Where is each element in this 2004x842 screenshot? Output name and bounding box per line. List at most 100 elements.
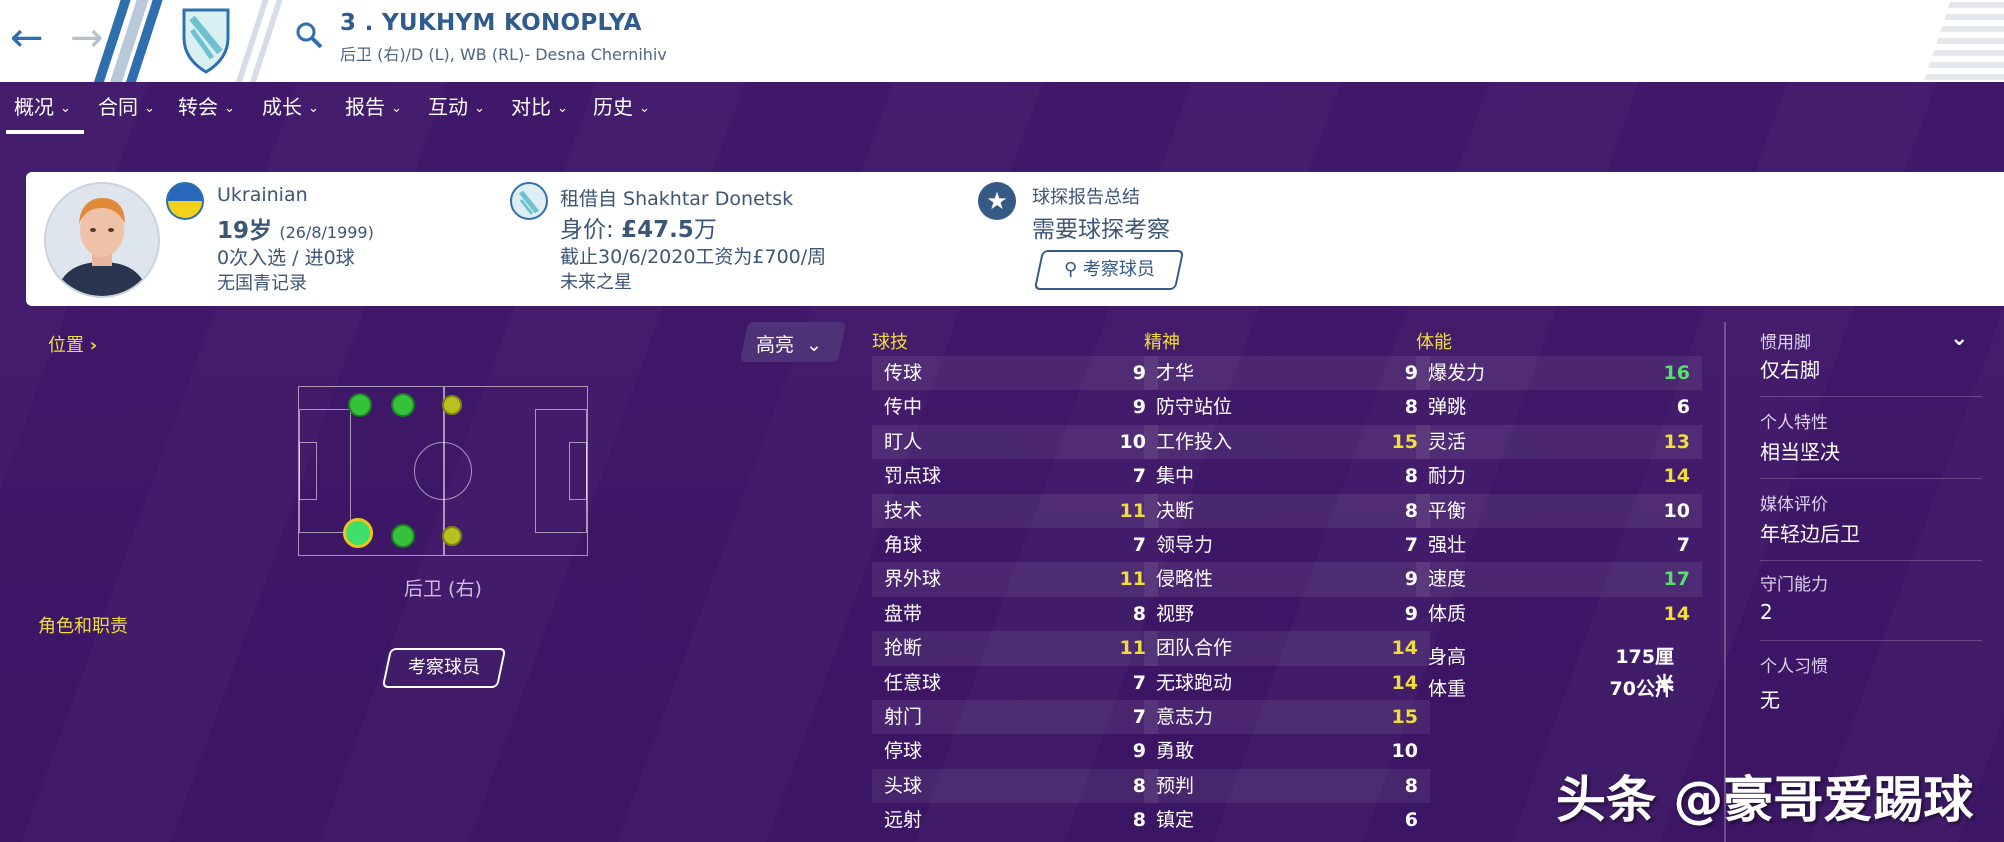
attribute-row[interactable]: 远射 8	[872, 803, 1158, 837]
attribute-row[interactable]: 团队合作 14	[1144, 631, 1430, 666]
chevron-down-icon[interactable]: ⌄	[1950, 326, 1968, 351]
attribute-row[interactable]: 集中 8	[1144, 459, 1430, 493]
attribute-name: 射门	[884, 705, 923, 728]
attribute-value: 14	[1663, 465, 1690, 488]
tab-history[interactable]: 历史 ⌄	[593, 82, 650, 136]
attribute-row[interactable]: 爆发力 16	[1416, 356, 1702, 391]
position-dot	[442, 526, 462, 546]
contract-wage: 截止30/6/2020工资为£700/周	[560, 246, 827, 268]
tab-development[interactable]: 成长 ⌄	[262, 82, 319, 136]
club-crest-icon[interactable]	[170, 4, 242, 76]
position-link[interactable]: 位置 ›	[48, 331, 97, 357]
attribute-value: 11	[1119, 499, 1146, 522]
attribute-row[interactable]: 灵活 13	[1416, 424, 1702, 460]
tab-compare[interactable]: 对比 ⌄	[511, 82, 568, 136]
attribute-name: 任意球	[884, 671, 942, 694]
attribute-row[interactable]: 角球 7	[872, 528, 1158, 562]
attribute-row[interactable]: 传中 9	[872, 390, 1158, 424]
attribute-name: 侵略性	[1156, 568, 1214, 591]
chevron-down-icon: ⌄	[557, 101, 568, 116]
attribute-row[interactable]: 领导力 7	[1144, 528, 1430, 562]
attribute-row[interactable]: 技术 11	[872, 493, 1158, 528]
attribute-value: 13	[1663, 430, 1690, 453]
weight-value: 70公斤	[1609, 678, 1674, 700]
attribute-name: 团队合作	[1156, 637, 1233, 660]
attribute-row[interactable]: 速度 17	[1416, 562, 1702, 597]
divider	[1760, 478, 1982, 479]
scout-player-button-2[interactable]: 考察球员	[381, 648, 507, 688]
attribute-row[interactable]: 勇敢 10	[1144, 734, 1430, 768]
attribute-row[interactable]: 意志力 15	[1144, 699, 1430, 735]
attribute-name: 视野	[1156, 602, 1195, 625]
attribute-row[interactable]: 耐力 14	[1416, 459, 1702, 493]
attribute-row[interactable]: 无球跑动 14	[1144, 666, 1430, 700]
attribute-row[interactable]: 体质 14	[1416, 597, 1702, 631]
chevron-down-icon: ⌄	[391, 101, 402, 116]
left-goal-box	[299, 442, 317, 500]
attribute-name: 预判	[1156, 774, 1195, 797]
attribute-row[interactable]: 强壮 7	[1416, 528, 1702, 562]
loan-from: 租借自 Shakhtar Donetsk	[560, 188, 794, 210]
tab-reports[interactable]: 报告 ⌄	[345, 82, 402, 136]
search-icon[interactable]	[294, 20, 324, 54]
loan-club-crest-icon	[510, 182, 548, 220]
attribute-row[interactable]: 预判 8	[1144, 768, 1430, 804]
natural-position-dot	[343, 518, 373, 548]
personality-value: 相当坚决	[1760, 440, 1840, 464]
mental-header: 精神	[1144, 332, 1180, 353]
physical-header: 体能	[1416, 332, 1452, 353]
attribute-row[interactable]: 射门 7	[872, 699, 1158, 735]
attribute-name: 勇敢	[1156, 740, 1195, 763]
attribute-row[interactable]: 决断 8	[1144, 493, 1430, 528]
mental-attributes: 才华 9 防守站位 8 工作投入 15 集中 8 决断 8 领导力 7 侵略性 9 视野 9 团队合作 14 无球跑…	[1144, 356, 1430, 837]
attribute-row[interactable]: 盯人 10	[872, 424, 1158, 460]
attribute-name: 弹跳	[1428, 396, 1467, 419]
back-arrow-icon[interactable]: ←	[10, 18, 44, 58]
tab-contract[interactable]: 合同 ⌄	[98, 82, 155, 136]
attribute-row[interactable]: 弹跳 6	[1416, 390, 1702, 424]
divider	[1760, 396, 1982, 397]
attribute-name: 强壮	[1428, 533, 1467, 556]
attribute-row[interactable]: 罚点球 7	[872, 459, 1158, 493]
chevron-down-icon: ⌄	[806, 334, 822, 356]
center-circle	[414, 442, 472, 500]
attribute-value: 6	[1676, 396, 1690, 419]
attribute-row[interactable]: 工作投入 15	[1144, 424, 1430, 460]
attribute-row[interactable]: 才华 9	[1144, 356, 1430, 391]
attribute-row[interactable]: 侵略性 9	[1144, 562, 1430, 597]
attribute-row[interactable]: 界外球 11	[872, 562, 1158, 597]
attribute-row[interactable]: 盘带 8	[872, 597, 1158, 631]
attribute-name: 角球	[884, 533, 923, 556]
player-status: 未来之星	[560, 272, 632, 293]
highlight-label: 高亮 ⌄	[756, 334, 822, 356]
attribute-name: 传中	[884, 396, 923, 419]
preferred-foot-label: 惯用脚	[1760, 333, 1811, 353]
technical-attributes: 传球 9 传中 9 盯人 10 罚点球 7 技术 11 角球 7 界外球 11 盘带 8 抢断 11 任意球 7 射门 7…	[872, 356, 1158, 837]
attribute-name: 集中	[1156, 465, 1195, 488]
tab-interaction[interactable]: 互动 ⌄	[428, 82, 485, 136]
divider	[1760, 560, 1982, 561]
attribute-row[interactable]: 镇定 6	[1144, 803, 1430, 837]
forward-arrow-icon[interactable]: →	[70, 18, 104, 58]
attribute-row[interactable]: 停球 9	[872, 734, 1158, 768]
attribute-row[interactable]: 任意球 7	[872, 666, 1158, 700]
technical-header: 球技	[872, 332, 908, 353]
attribute-name: 爆发力	[1428, 362, 1486, 384]
attribute-row[interactable]: 抢断 11	[872, 631, 1158, 666]
star-badge-icon: ★	[978, 182, 1016, 220]
attribute-row[interactable]: 视野 9	[1144, 597, 1430, 631]
market-value: 身价: £47.5万	[560, 217, 717, 243]
tab-transfer[interactable]: 转会 ⌄	[178, 82, 235, 136]
attribute-row[interactable]: 防守站位 8	[1144, 390, 1430, 424]
attribute-name: 平衡	[1428, 499, 1467, 522]
chevron-down-icon: ⌄	[639, 101, 650, 116]
attribute-row[interactable]: 传球 9	[872, 356, 1158, 391]
active-tab-indicator	[6, 130, 84, 134]
player-positions: 后卫 (右)/D (L), WB (RL)- Desna Chernihiv	[340, 45, 667, 64]
attribute-name: 技术	[884, 499, 923, 522]
scout-player-button[interactable]: ⚲ 考察球员	[1033, 250, 1185, 290]
attribute-name: 头球	[884, 774, 923, 797]
attribute-row[interactable]: 平衡 10	[1416, 493, 1702, 528]
attribute-row[interactable]: 头球 8	[872, 768, 1158, 804]
tab-overview[interactable]: 概况 ⌄	[14, 82, 71, 136]
